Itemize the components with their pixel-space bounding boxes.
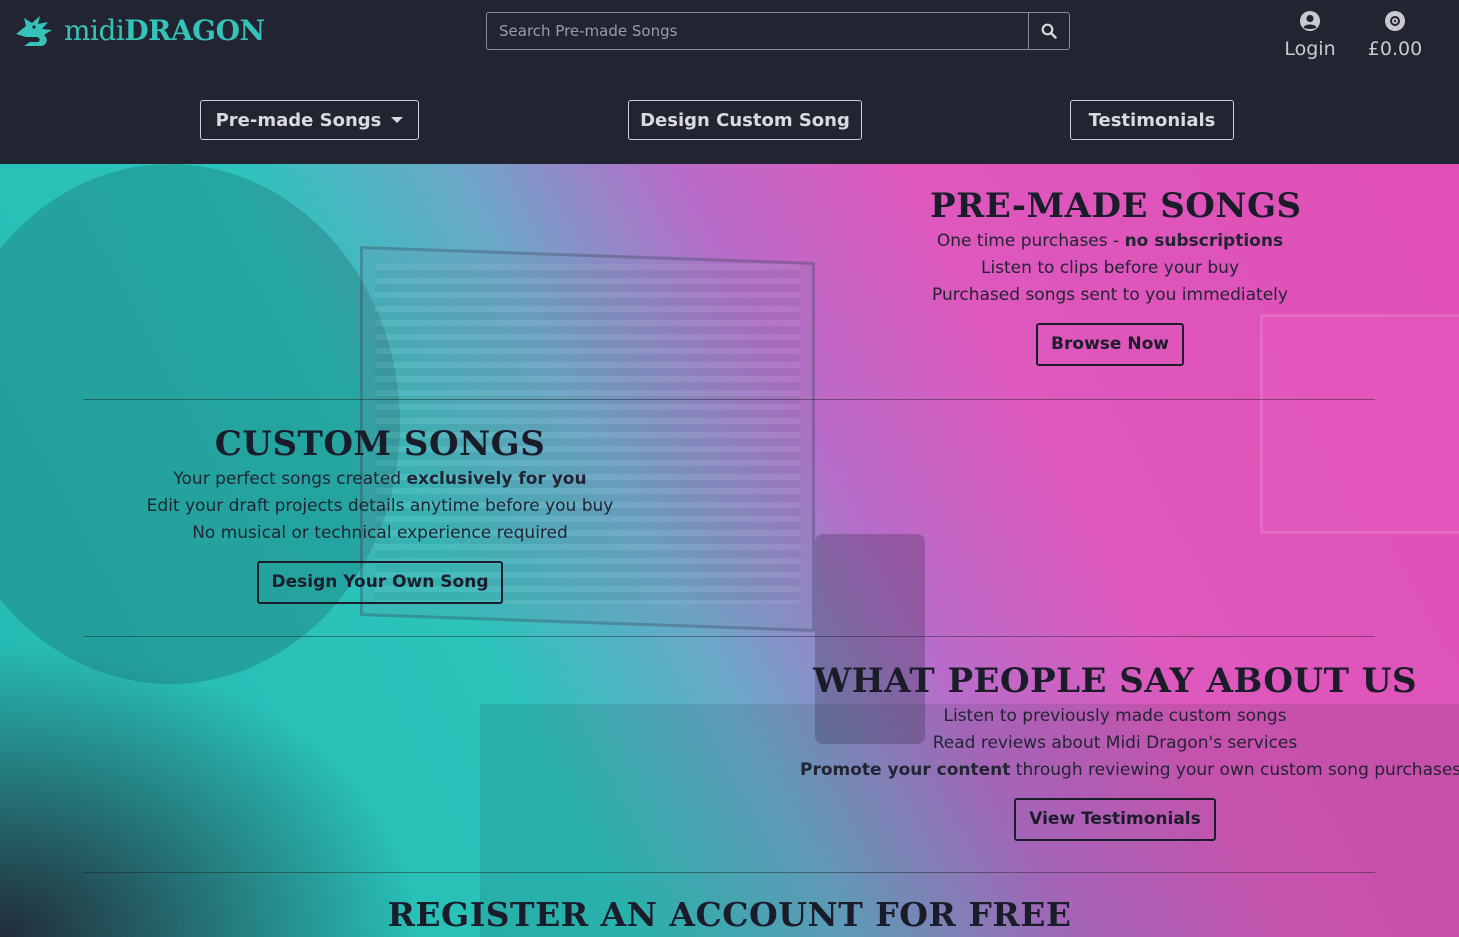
search-icon — [1041, 23, 1057, 39]
design-your-own-song-button[interactable]: Design Your Own Song — [256, 561, 504, 604]
testimonials-line-3-text: through reviewing your own custom song p… — [1010, 760, 1459, 780]
search-button[interactable] — [1029, 12, 1070, 50]
section-divider — [83, 399, 1375, 400]
cart-link[interactable]: £0.00 — [1366, 10, 1424, 60]
premade-line-2: Listen to clips before your buy — [980, 258, 1240, 278]
testimonials-line-3: Promote your content through reviewing y… — [800, 757, 1459, 784]
nav-design-label: Design Custom Song — [640, 109, 850, 131]
search-bar — [486, 12, 1070, 50]
nav-testimonials[interactable]: Testimonials — [1070, 100, 1234, 140]
brand-name-light: midi — [64, 14, 125, 47]
register-heading: REGISTER AN ACCOUNT FOR FREE — [387, 895, 1072, 934]
brand-logo[interactable]: midiDRAGON — [14, 14, 265, 48]
premade-line-1-text: One time purchases - — [936, 231, 1125, 251]
user-circle-icon — [1300, 11, 1320, 31]
custom-line-2: Edit your draft projects details anytime… — [146, 496, 614, 516]
disc-icon — [1385, 11, 1405, 31]
section-divider — [83, 872, 1375, 873]
nav-design-custom-song[interactable]: Design Custom Song — [628, 100, 862, 140]
view-testimonials-button[interactable]: View Testimonials — [1014, 798, 1216, 841]
premade-line-1-bold: no subscriptions — [1124, 231, 1284, 251]
caret-down-icon — [391, 117, 404, 123]
nav-premade-label: Pre-made Songs — [215, 109, 382, 131]
premade-title: PRE-MADE SONGS — [930, 186, 1302, 226]
dragon-icon — [16, 16, 52, 46]
premade-line-1: One time purchases - no subscriptions — [930, 228, 1290, 255]
custom-title: CUSTOM SONGS — [214, 424, 546, 464]
testimonials-line-2: Read reviews about Midi Dragon's service… — [932, 733, 1298, 753]
section-divider — [83, 636, 1375, 637]
custom-songs-section: CUSTOM SONGS Your perfect songs created … — [140, 424, 620, 604]
cart-total: £0.00 — [1367, 38, 1423, 60]
brand-name-bold: DRAGON — [124, 14, 265, 47]
custom-line-1: Your perfect songs created exclusively f… — [140, 466, 620, 493]
premade-songs-section: PRE-MADE SONGS One time purchases - no s… — [930, 186, 1302, 366]
site-header: midiDRAGON Login £0.00 Pre-made Songs — [0, 0, 1459, 164]
testimonials-section: WHAT PEOPLE SAY ABOUT US Listen to previ… — [800, 661, 1459, 841]
hero-banner: PRE-MADE SONGS One time purchases - no s… — [0, 164, 1459, 937]
search-input[interactable] — [486, 12, 1029, 50]
login-label: Login — [1284, 38, 1336, 60]
custom-line-1-text: Your perfect songs created — [173, 469, 407, 489]
login-link[interactable]: Login — [1282, 10, 1338, 60]
testimonials-line-1: Listen to previously made custom songs — [943, 706, 1287, 726]
browse-now-button[interactable]: Browse Now — [1036, 323, 1184, 366]
premade-line-3: Purchased songs sent to you immediately — [932, 285, 1288, 305]
custom-line-1-bold: exclusively for you — [406, 469, 587, 489]
testimonials-title: WHAT PEOPLE SAY ABOUT US — [813, 661, 1417, 701]
testimonials-line-3-bold: Promote your content — [800, 760, 1011, 780]
nav-testimonials-label: Testimonials — [1088, 109, 1216, 131]
nav-premade-songs-dropdown[interactable]: Pre-made Songs — [200, 100, 419, 140]
brand-name: midiDRAGON — [64, 14, 265, 48]
custom-line-3: No musical or technical experience requi… — [192, 523, 568, 543]
